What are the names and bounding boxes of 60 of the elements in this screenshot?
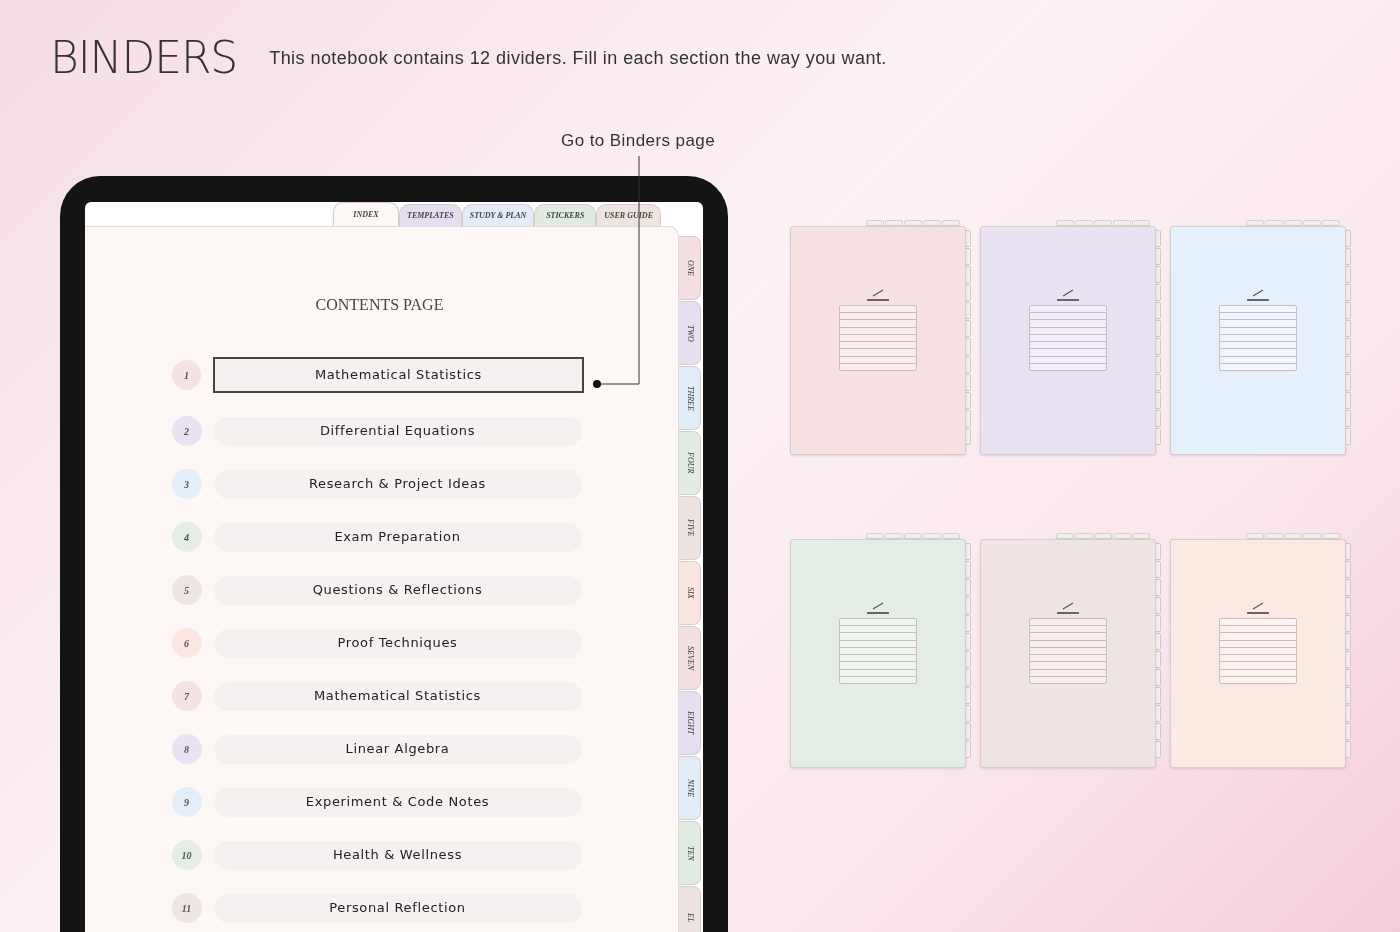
top-tab[interactable]: INDEX [333,202,399,226]
number-badge: 3 [171,469,202,499]
number-badge: 8 [171,734,202,764]
number-badge: 11 [171,893,202,923]
pen-icon [1062,602,1074,610]
number-badge: 9 [171,787,202,817]
section-link[interactable]: Differential Equations [213,416,582,446]
number-badge: 2 [171,416,202,446]
page-thumbnail[interactable] [1170,226,1346,455]
page-thumbnail[interactable] [790,226,966,455]
contents-title: CONTENTS PAGE [315,295,444,315]
pen-icon [1062,289,1074,297]
title-line-drawing [1247,299,1269,301]
title-line-drawing [867,612,889,614]
section-link[interactable]: Personal Reflection [213,893,582,923]
side-tab[interactable]: SIX [679,561,701,625]
title-line-drawing [1057,612,1079,614]
section-link[interactable]: Experiment & Code Notes [213,787,582,817]
number-badge: 10 [171,840,202,870]
side-tab[interactable]: EIGHT [679,691,701,755]
section-link[interactable]: Mathematical Statistics [213,681,582,711]
page-thumbnail[interactable] [1170,539,1346,768]
page-thumbnail[interactable] [980,226,1156,455]
side-tab[interactable]: EL [679,886,701,932]
section-link[interactable]: Research & Project Ideas [213,469,582,499]
number-badge: 5 [171,575,202,605]
pen-icon [1252,289,1264,297]
number-badge: 1 [171,360,202,390]
side-tab[interactable]: NINE [679,756,701,820]
top-tab[interactable]: USER GUIDE [596,204,661,226]
side-tab[interactable]: TEN [679,821,701,885]
title-line-drawing [867,299,889,301]
pen-icon [1252,602,1264,610]
section-link[interactable]: Health & Wellness [213,840,582,870]
side-tab[interactable]: ONE [679,236,701,300]
section-link[interactable]: Questions & Reflections [213,575,582,605]
top-tab[interactable]: STUDY & PLAN [461,204,535,226]
number-badge: 6 [171,628,202,658]
page-thumbnail[interactable] [980,539,1156,768]
page-title: BINDERS [50,31,238,85]
side-tab[interactable]: TWO [679,301,701,365]
section-link[interactable]: Exam Preparation [213,522,582,552]
side-tab[interactable]: THREE [679,366,701,430]
top-tab[interactable]: STICKERS [534,204,597,226]
number-badge: 7 [171,681,202,711]
page-description: This notebook contains 12 dividers. Fill in each section the way you want. [269,46,887,70]
side-tab[interactable]: FIVE [679,496,701,560]
side-tab[interactable]: SEVEN [679,626,701,690]
callout-label: Go to Binders page [561,130,716,152]
section-link[interactable]: Linear Algebra [213,734,582,764]
top-tab[interactable]: TEMPLATES [399,204,462,226]
pen-icon [872,602,884,610]
number-badge: 4 [171,522,202,552]
section-link[interactable]: Proof Techniques [213,628,582,658]
pen-icon [872,289,884,297]
title-line-drawing [1057,299,1079,301]
section-link[interactable]: Mathematical Statistics [213,357,584,393]
title-line-drawing [1247,612,1269,614]
page-thumbnail[interactable] [790,539,966,768]
side-tab[interactable]: FOUR [679,431,701,495]
